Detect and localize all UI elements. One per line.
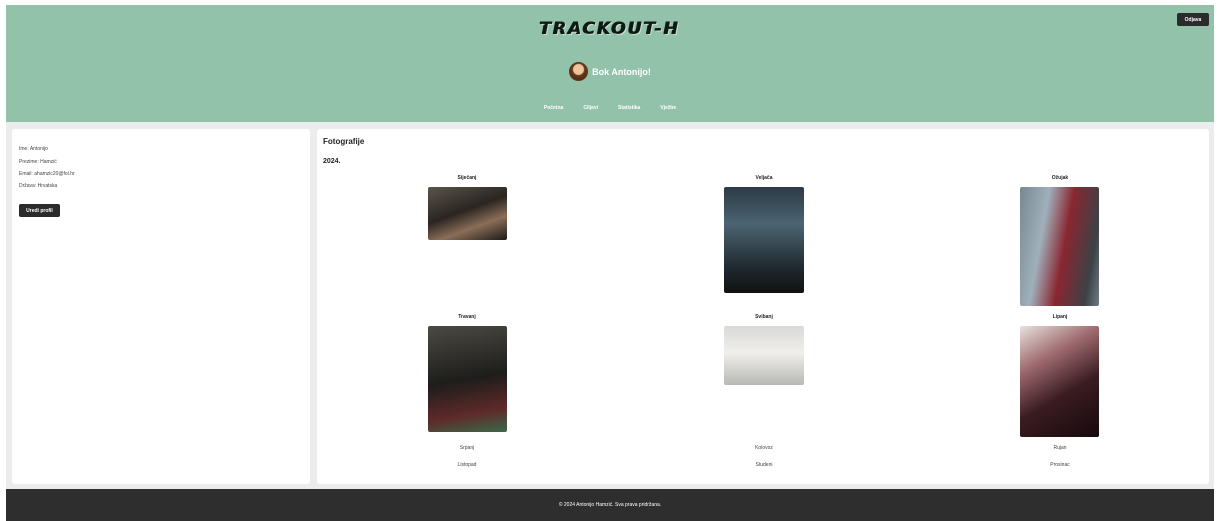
month-label: Kolovoz <box>755 445 773 451</box>
month-photo[interactable] <box>428 187 507 240</box>
trackout-logo: TRACKOUT-H <box>539 19 681 39</box>
greeting: Bok Antonijo! <box>6 62 1214 81</box>
month-label: Siječanj <box>457 175 477 181</box>
month-label: Veljača <box>755 175 773 181</box>
month-photo[interactable] <box>1020 187 1099 306</box>
month-label: Svibanj <box>755 314 773 320</box>
avatar[interactable] <box>569 62 589 81</box>
month-photo[interactable] <box>724 326 804 385</box>
nav-exercises[interactable]: Vježbe <box>660 105 676 111</box>
footer-copyright: © 2024 Antonijo Hamzić. Sva prava pridrž… <box>558 502 662 508</box>
month-label: Ožujak <box>1051 175 1069 181</box>
profile-last-name: Prezime: Hamzić <box>19 159 57 165</box>
page: TRACKOUT-H Odjava Bok Antonijo! Početna … <box>6 5 1214 521</box>
month-label: Studeni <box>755 462 773 468</box>
footer: © 2024 Antonijo Hamzić. Sva prava pridrž… <box>6 489 1214 521</box>
logout-button[interactable]: Odjava <box>1177 13 1209 26</box>
edit-profile-button[interactable]: Uredi profil <box>19 204 60 217</box>
main-nav: Početna Ciljevi Statistika Vježbe <box>6 105 1214 111</box>
profile-first-name: Ime: Antonijo <box>19 146 48 152</box>
photos-title: Fotografije <box>323 137 365 146</box>
month-label: Lipanj <box>1052 314 1068 320</box>
header: TRACKOUT-H Odjava Bok Antonijo! Početna … <box>6 5 1214 122</box>
month-photo[interactable] <box>428 326 507 432</box>
month-label: Travanj <box>458 314 476 320</box>
nav-goals[interactable]: Ciljevi <box>583 105 598 111</box>
profile-email: Email: ahamzic20@foi.hr <box>19 171 75 177</box>
nav-statistics[interactable]: Statistika <box>618 105 640 111</box>
month-photo[interactable] <box>724 187 804 293</box>
nav-home[interactable]: Početna <box>544 105 563 111</box>
profile-panel: Ime: Antonijo Prezime: Hamzić Email: aha… <box>12 129 310 484</box>
photos-panel: Fotografije 2024. Siječanj Veljača Ožuja… <box>317 129 1209 484</box>
month-label: Listopad <box>457 462 477 468</box>
month-label: Rujan <box>1053 445 1067 451</box>
photos-year: 2024. <box>323 158 341 165</box>
profile-country: Država: Hrvatska <box>19 183 58 189</box>
month-label: Prosinac <box>1050 462 1070 468</box>
month-photo[interactable] <box>1020 326 1099 437</box>
month-label: Srpanj <box>459 445 475 451</box>
greeting-text: Bok Antonijo! <box>592 66 651 77</box>
